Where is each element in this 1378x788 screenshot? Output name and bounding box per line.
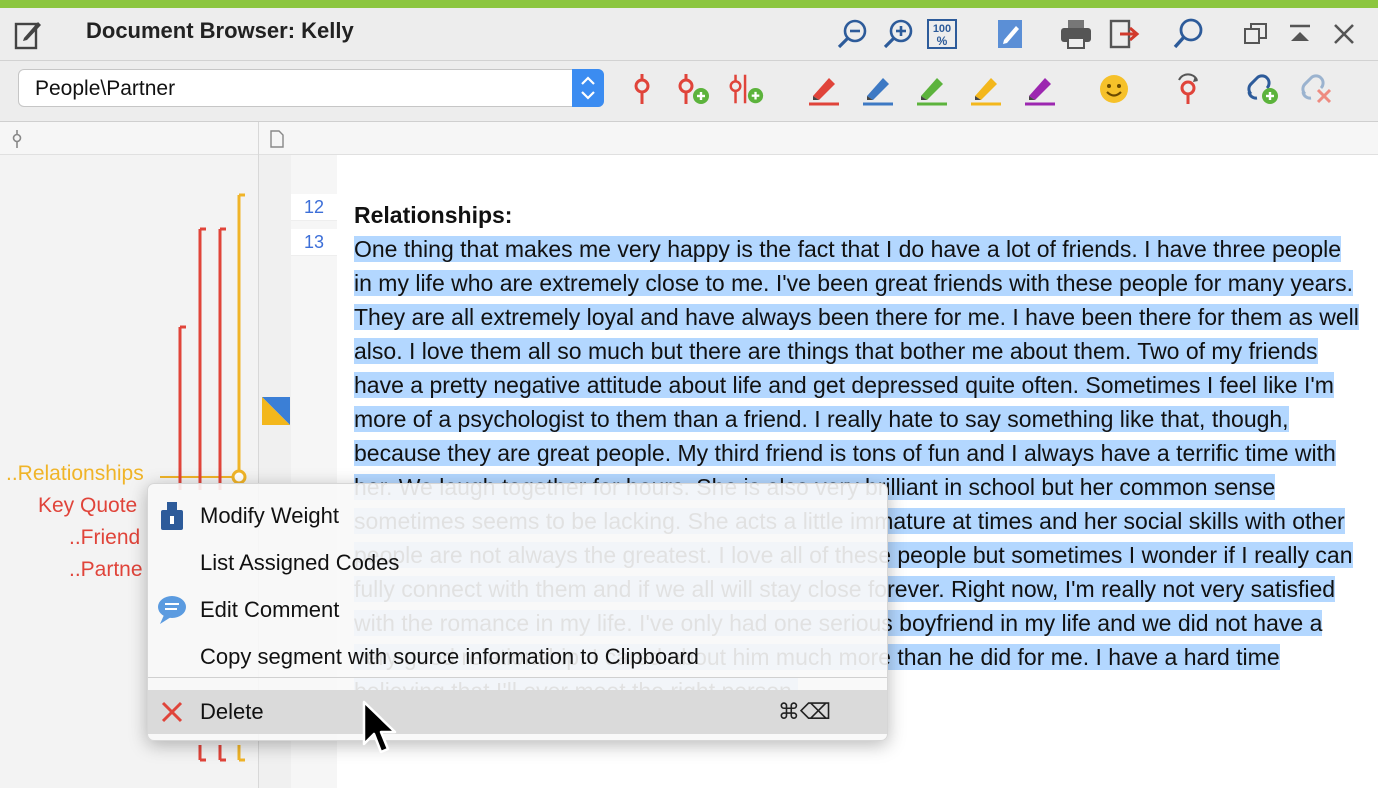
export-icon[interactable] xyxy=(1106,16,1142,52)
document-column-icon xyxy=(270,130,284,153)
code-column-icon xyxy=(10,130,24,153)
code-recent-icon[interactable] xyxy=(1168,69,1208,109)
line-number-12: 12 xyxy=(291,194,337,221)
highlighter-purple-icon[interactable] xyxy=(1020,69,1060,109)
title-bar: Document Browser: Kelly 100% xyxy=(0,8,1378,61)
toolbar: People\Partner xyxy=(0,61,1378,122)
code-label-partner[interactable]: ..Partne xyxy=(69,557,143,583)
window-title: Document Browser: Kelly xyxy=(86,18,354,43)
zoom-out-icon[interactable] xyxy=(834,16,870,52)
code-label-friend[interactable]: ..Friend xyxy=(69,525,140,551)
line-number-13: 13 xyxy=(291,229,337,256)
menu-separator xyxy=(148,677,887,678)
comment-icon xyxy=(156,594,188,626)
collapse-icon[interactable] xyxy=(1282,16,1318,52)
code-icon[interactable] xyxy=(622,69,662,109)
window-accent-bar xyxy=(0,0,1378,8)
clipped-line xyxy=(354,148,1354,158)
selector-stepper[interactable] xyxy=(572,69,604,107)
context-menu: Modify Weight List Assigned Codes Edit C… xyxy=(147,483,888,741)
close-icon[interactable] xyxy=(1326,16,1362,52)
memo-icon[interactable] xyxy=(262,397,290,425)
weight-icon xyxy=(156,500,188,532)
code-label-key-quote[interactable]: Key Quote xyxy=(38,493,137,519)
menu-item-copy-segment[interactable]: Copy segment with source information to … xyxy=(148,635,887,679)
mouse-cursor-icon xyxy=(361,700,401,756)
code-multiple-add-icon[interactable] xyxy=(726,69,766,109)
highlighter-red-icon[interactable] xyxy=(804,69,844,109)
document-selector[interactable]: People\Partner xyxy=(18,69,604,107)
highlighter-blue-icon[interactable] xyxy=(858,69,898,109)
link-remove-icon[interactable] xyxy=(1296,69,1336,109)
zoom-in-icon[interactable] xyxy=(880,16,916,52)
code-add-icon[interactable] xyxy=(672,69,712,109)
document-selector-value: People\Partner xyxy=(35,77,176,100)
paragraph-heading: Relationships: xyxy=(354,202,513,228)
link-add-icon[interactable] xyxy=(1242,69,1282,109)
menu-item-modify-weight[interactable]: Modify Weight xyxy=(148,494,887,538)
delete-shortcut: ⌘⌫ xyxy=(777,699,831,724)
emoticon-icon[interactable] xyxy=(1094,69,1134,109)
menu-item-list-assigned-codes[interactable]: List Assigned Codes xyxy=(148,541,887,585)
code-label-relationships[interactable]: ..Relationships xyxy=(6,461,144,487)
edit-mode-icon[interactable] xyxy=(992,16,1028,52)
document-browser-icon xyxy=(14,18,42,50)
menu-item-edit-comment[interactable]: Edit Comment xyxy=(148,588,887,632)
print-icon[interactable] xyxy=(1058,16,1094,52)
restore-window-icon[interactable] xyxy=(1238,16,1274,52)
zoom-100-icon[interactable]: 100% xyxy=(924,16,960,52)
delete-x-icon xyxy=(156,696,188,728)
search-icon[interactable] xyxy=(1170,16,1206,52)
highlighter-yellow-icon[interactable] xyxy=(966,69,1006,109)
highlighter-green-icon[interactable] xyxy=(912,69,952,109)
menu-item-delete[interactable]: Delete ⌘⌫ xyxy=(148,690,887,734)
